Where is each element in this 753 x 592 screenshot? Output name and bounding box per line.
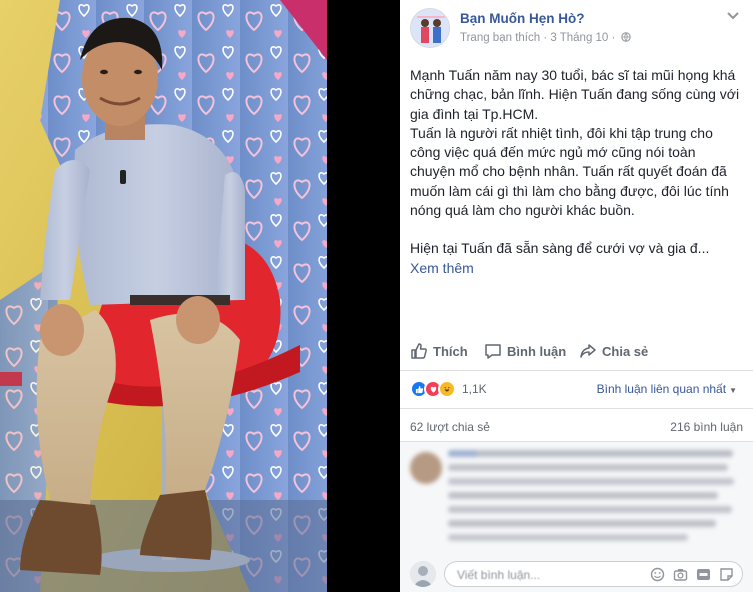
share-arrow-icon — [580, 344, 596, 358]
comment-button[interactable]: Bình luận — [484, 339, 566, 363]
reaction-count[interactable]: 1,1K — [462, 382, 487, 396]
post-paragraph-2: Tuấn là người rất nhiệt tình, đôi khi tậ… — [410, 124, 729, 219]
thumbs-up-icon — [411, 343, 427, 359]
lightbox-backdrop — [327, 0, 400, 592]
emoji-icon[interactable] — [650, 567, 665, 582]
divider — [400, 370, 753, 371]
comments-section: Viết bình luận... — [400, 441, 753, 592]
blurred-comment — [448, 450, 748, 548]
gif-icon[interactable] — [696, 567, 711, 582]
post-panel: Bạn Muốn Hẹn Hò? Trang bạn thích · 3 Thá… — [400, 0, 753, 592]
comment-placeholder: Viết bình luận... — [457, 568, 541, 582]
chevron-down-icon[interactable] — [725, 10, 741, 22]
avatar-image — [411, 9, 449, 47]
like-button[interactable]: Thích — [410, 339, 468, 363]
post-meta-text: Trang bạn thích · 3 Tháng 10 · — [460, 32, 616, 44]
comment-sort-dropdown[interactable]: Bình luận liên quan nhất ▼ — [597, 382, 737, 396]
composer-icons — [650, 567, 734, 582]
speech-bubble-icon — [485, 344, 501, 359]
user-avatar — [410, 561, 436, 587]
share-button[interactable]: Chia sẻ — [579, 339, 648, 363]
post-header: Bạn Muốn Hẹn Hò? Trang bạn thích · 3 Thá… — [410, 8, 743, 50]
action-bar: Thích Bình luận Chia sẻ — [410, 339, 743, 363]
post-meta: Trang bạn thích · 3 Tháng 10 · — [460, 32, 631, 44]
caret-down-icon: ▼ — [729, 386, 737, 395]
sticker-icon[interactable] — [719, 567, 734, 582]
post-photo[interactable] — [0, 0, 327, 592]
reactions-row: 1,1K Bình luận liên quan nhất ▼ — [410, 380, 743, 400]
share-label: Chia sẻ — [602, 343, 649, 359]
haha-reaction-icon — [438, 380, 456, 398]
share-count[interactable]: 62 lượt chia sẻ — [410, 420, 490, 434]
like-label: Thích — [433, 343, 468, 359]
divider — [400, 441, 753, 442]
post-paragraph-1: Mạnh Tuấn năm nay 30 tuổi, bác sĩ tai mũ… — [410, 67, 740, 122]
page-name-link[interactable]: Bạn Muốn Hẹn Hò? — [460, 11, 585, 26]
comment-input[interactable]: Viết bình luận... — [444, 561, 743, 587]
see-more-link[interactable]: Xem thêm — [410, 260, 474, 276]
comment-composer: Viết bình luận... — [410, 561, 745, 587]
divider — [400, 408, 753, 409]
comment-label: Bình luận — [507, 343, 567, 359]
photo-image — [0, 0, 327, 592]
reaction-icons[interactable] — [410, 380, 456, 398]
comment-sort-label: Bình luận liên quan nhất — [596, 382, 727, 396]
globe-icon — [620, 32, 631, 42]
post-body: Mạnh Tuấn năm nay 30 tuổi, bác sĩ tai mũ… — [410, 66, 743, 278]
page-avatar[interactable] — [410, 8, 450, 48]
commenter-avatar[interactable] — [410, 452, 442, 484]
post-paragraph-3: Hiện tại Tuấn đã sẵn sàng để cưới vợ và … — [410, 240, 710, 257]
comment-count[interactable]: 216 bình luận — [670, 420, 743, 434]
camera-icon[interactable] — [673, 567, 688, 582]
